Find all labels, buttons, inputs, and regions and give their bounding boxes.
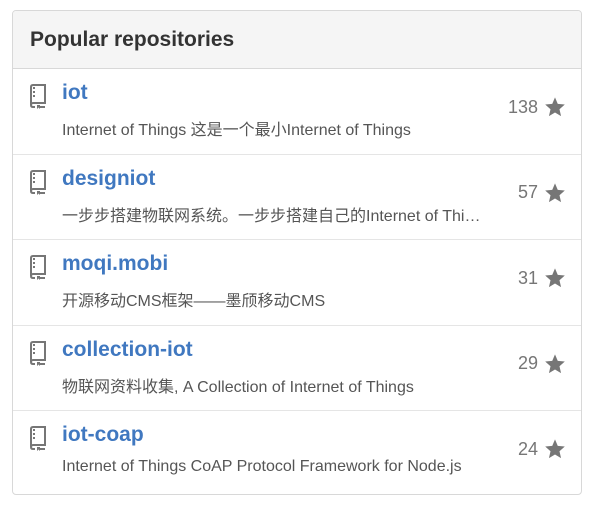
star-icon	[545, 353, 565, 373]
star-count-group[interactable]: 24	[518, 438, 566, 460]
repo-name-link[interactable]: iot	[62, 81, 88, 105]
star-count-group[interactable]: 31	[518, 267, 566, 289]
star-icon	[545, 97, 565, 117]
repo-icon	[29, 426, 46, 451]
star-count-group[interactable]: 57	[518, 182, 566, 204]
repo-name-link[interactable]: designiot	[62, 167, 155, 191]
repo-description: Internet of Things CoAP Protocol Framewo…	[62, 458, 462, 475]
star-count-group[interactable]: 29	[518, 353, 566, 375]
box-header: Popular repositories	[13, 11, 581, 69]
star-icon	[545, 268, 565, 288]
repo-name-link[interactable]: moqi.mobi	[62, 252, 168, 276]
star-icon	[545, 439, 565, 459]
repo-item: iot Internet of Things 这是一个最小Internet of…	[13, 69, 581, 155]
star-count: 138	[507, 96, 538, 117]
star-count: 29	[517, 353, 538, 373]
star-count: 24	[517, 438, 538, 459]
repo-icon	[29, 255, 46, 280]
repo-description: 一步步搭建物联网系统。一步步搭建自己的Internet of Things	[62, 207, 482, 225]
repo-description: 物联网资料收集, A Collection of Internet of Thi…	[62, 378, 414, 396]
repo-name-link[interactable]: iot-coap	[62, 423, 144, 447]
star-count-group[interactable]: 138	[508, 96, 566, 118]
repo-item: collection-iot 物联网资料收集, A Collection of …	[13, 326, 581, 411]
repo-description: Internet of Things 这是一个最小Internet of Thi…	[62, 122, 411, 139]
repo-item: iot-coap Internet of Things CoAP Protoco…	[13, 411, 581, 494]
repo-name-link[interactable]: collection-iot	[62, 338, 193, 362]
star-icon	[545, 182, 565, 202]
repo-icon	[29, 340, 46, 366]
repo-item: moqi.mobi 开源移动CMS框架——墨颀移动CMS 31	[13, 240, 581, 326]
popular-repositories-box: Popular repositories iot Internet of Thi…	[12, 10, 582, 495]
star-count: 57	[517, 182, 538, 202]
repo-description: 开源移动CMS框架——墨颀移动CMS	[62, 293, 326, 310]
repo-item: designiot 一步步搭建物联网系统。一步步搭建自己的Internet of…	[13, 155, 581, 240]
repo-icon	[29, 169, 46, 195]
box-title: Popular repositories	[30, 27, 235, 51]
repo-icon	[29, 84, 46, 109]
star-count: 31	[517, 267, 538, 288]
repo-list: iot Internet of Things 这是一个最小Internet of…	[13, 69, 581, 494]
